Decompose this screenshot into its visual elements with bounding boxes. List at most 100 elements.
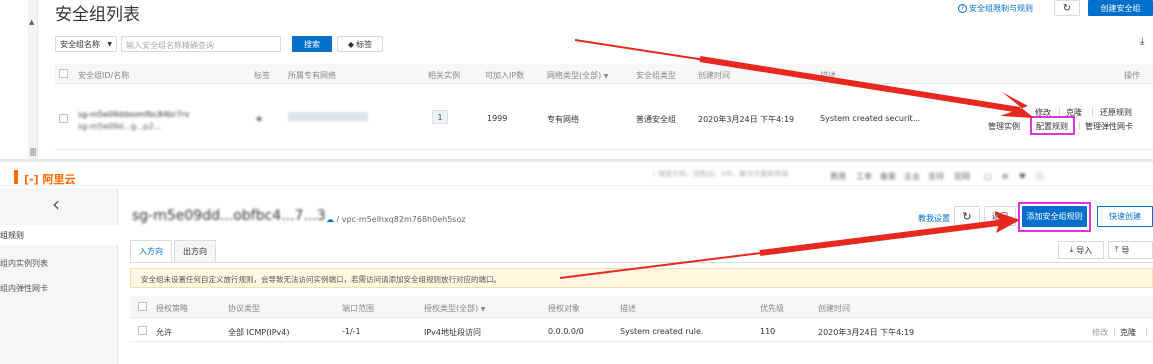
security-group-title: sg-m5e09dd...obfbc4...7...3 <box>132 208 326 224</box>
search-button[interactable]: 搜索 <box>292 36 332 52</box>
caret-down-icon: ▼ <box>603 73 609 80</box>
action-divider <box>1059 108 1060 116</box>
tag-icon: ◆ <box>347 39 355 49</box>
configure-rules-link[interactable]: 配置规则 <box>1036 121 1068 132</box>
nav-item[interactable]: 备案 <box>880 171 896 182</box>
modify-link[interactable]: 修改 <box>1092 327 1108 338</box>
nav-item[interactable]: 工单 <box>856 171 872 182</box>
vpc-value-redacted <box>288 112 368 121</box>
refresh-button[interactable]: ↻ <box>1054 0 1080 16</box>
tab-inbound[interactable]: 入方向 <box>130 240 172 262</box>
row-checkbox[interactable] <box>59 114 68 123</box>
col-network-type[interactable]: 网络类型(全部) ▼ <box>547 70 608 81</box>
nav-item[interactable]: 费用 <box>830 171 846 182</box>
quick-create-label: 快速创建 <box>1109 212 1141 221</box>
create-security-group-button[interactable]: 创建安全组 <box>1088 0 1153 16</box>
related-instances-badge[interactable]: 1 <box>432 110 448 124</box>
quick-create-button[interactable]: 快速创建 <box>1097 206 1153 227</box>
action-divider <box>1114 328 1115 336</box>
select-all-checkbox[interactable] <box>59 69 68 78</box>
scroll-up-icon[interactable]: ▲ <box>29 18 34 26</box>
clone-link[interactable]: 克隆 <box>1120 327 1136 338</box>
bottom-screenshot: [-] 阿里云 ⌕ 搜索文档、控制台、API、解决方案和资源 费用 工单 备案 … <box>0 162 1153 364</box>
warning-notice: 安全组未设置任何自定义放行规则，会导致无法访问实例端口，若需访问请添加安全组规则… <box>130 268 1153 288</box>
sidebar: ‹ 组规则 组内实例列表 组内弹性网卡 <box>0 188 118 364</box>
col-description: 描述 <box>620 304 636 313</box>
col-ip-count: 可加入IP数 <box>485 71 525 80</box>
tabs-divider <box>130 262 1153 263</box>
col-description: 描述 <box>820 71 836 80</box>
nav-item[interactable]: 企业 <box>904 171 920 182</box>
refresh-button[interactable]: ↻ <box>954 206 980 226</box>
create-button-label: 创建安全组 <box>1100 3 1141 13</box>
help-link[interactable]: ? 安全组限制与规则 <box>958 3 1033 14</box>
scrollbar-top[interactable]: ▲ <box>28 0 38 160</box>
rules-table-header <box>130 296 1153 318</box>
tag-button-label: 标签 <box>356 39 373 49</box>
created-time-value: 2020年3月24日 下午4:19 <box>698 115 795 124</box>
network-type-label: 网络类型(全部) <box>547 71 602 80</box>
search-field-select[interactable]: 安全组名称 ▼ <box>55 36 117 52</box>
sidebar-item-rules[interactable]: 组规则 <box>0 225 118 245</box>
download-icon[interactable]: ⤓ <box>1140 36 1144 47</box>
back-button[interactable]: 返回 <box>984 206 1016 226</box>
export-button[interactable]: ⤒ 导 <box>1108 241 1153 259</box>
col-protocol: 协议类型 <box>228 304 260 313</box>
security-group-id-link[interactable]: sg-m5e09ddxomfbc84br7rv <box>78 110 189 119</box>
question-circle-icon: ? <box>958 4 967 13</box>
logo-bar <box>14 170 18 184</box>
action-divider <box>1092 108 1093 116</box>
add-security-group-rule-button[interactable]: 添加安全组规则 <box>1022 206 1087 227</box>
group-type-value: 普通安全组 <box>636 115 676 124</box>
security-group-name: sg-m5e09d...g...p2... <box>78 122 162 131</box>
tutorial-link[interactable]: 教我设置 <box>918 213 950 224</box>
sidebar-item-instances[interactable]: 组内实例列表 <box>0 258 48 269</box>
tab-outbound-label: 出方向 <box>183 247 207 256</box>
logo-text: 阿里云 <box>42 173 76 186</box>
nav-icons[interactable]: ▢⚙♥ⓘ <box>984 171 1054 182</box>
nav-item[interactable]: 官网 <box>954 171 970 182</box>
logo-icon: [-] <box>24 173 39 186</box>
auth-type-label: 授权类型(全部) <box>424 304 479 313</box>
search-input[interactable]: 输入安全组名称精确查询 <box>121 36 281 52</box>
download-icon: ⤓ <box>1069 245 1074 254</box>
tab-inbound-label: 入方向 <box>139 247 163 256</box>
manage-instances-link[interactable]: 管理实例 <box>988 121 1020 132</box>
col-id-name: 安全组ID/名称 <box>78 71 130 80</box>
cloud-icon: ☁ <box>326 215 334 224</box>
sidebar-item-eni[interactable]: 组内弹性网卡 <box>0 283 48 294</box>
tag-icon[interactable]: ◆ <box>256 114 262 123</box>
col-created: 创建时间 <box>698 71 730 80</box>
export-label: 导 <box>1121 245 1130 255</box>
row-checkbox[interactable] <box>138 326 147 335</box>
port-value: -1/-1 <box>342 327 361 336</box>
col-vpc: 所属专有网络 <box>288 71 336 80</box>
import-button[interactable]: ⤓ 导入 <box>1058 241 1104 259</box>
protocol-value: 全部 ICMP(IPv4) <box>228 328 290 337</box>
col-auth-type[interactable]: 授权类型(全部) ▼ <box>424 303 485 314</box>
screenshot-separator <box>0 159 1153 162</box>
caret-down-icon: ▼ <box>480 306 486 313</box>
nav-item[interactable]: 支持 <box>928 171 944 182</box>
manage-eni-link[interactable]: 管理弹性网卡 <box>1085 121 1133 132</box>
select-all-checkbox[interactable] <box>138 302 147 311</box>
col-instances: 相关实例 <box>428 71 460 80</box>
col-created: 创建时间 <box>818 304 850 313</box>
warning-notice-text: 安全组未设置任何自定义放行规则，会导致无法访问实例端口，若需访问请添加安全组规则… <box>141 275 501 284</box>
caret-down-icon: ▼ <box>107 40 112 48</box>
back-icon[interactable]: ‹ <box>52 194 60 214</box>
restore-rules-link[interactable]: 还原规则 <box>1100 107 1132 118</box>
action-divider <box>1146 328 1147 336</box>
tab-outbound[interactable]: 出方向 <box>174 240 216 262</box>
col-group-type: 安全组类型 <box>636 71 676 80</box>
col-auth-object: 授权对象 <box>548 304 580 313</box>
col-actions: 操作 <box>1124 71 1140 80</box>
auth-type-value: IPv4地址段访问 <box>424 328 482 337</box>
global-search[interactable]: ⌕ 搜索文档、控制台、API、解决方案和资源 <box>652 169 812 181</box>
vpc-breadcrumb[interactable]: ☁ / vpc-m5elhxq82m768h0eh5soz <box>326 215 466 224</box>
upload-icon: ⤒ <box>1115 245 1119 254</box>
tag-button[interactable]: ◆ 标签 <box>337 36 383 52</box>
logo[interactable]: [-] 阿里云 <box>24 171 76 186</box>
scroll-thumb[interactable] <box>30 148 36 156</box>
help-link-label: 安全组限制与规则 <box>969 4 1033 13</box>
